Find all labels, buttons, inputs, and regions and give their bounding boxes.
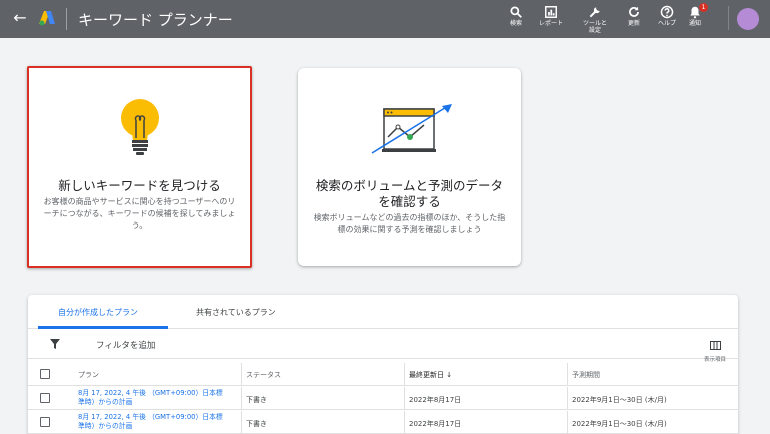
avatar[interactable] [737, 8, 759, 30]
google-ads-logo-icon [39, 11, 55, 26]
column-header-plan[interactable]: プラン [78, 370, 99, 380]
column-divider [567, 363, 568, 385]
discover-keywords-card[interactable]: 新しいキーワードを見つける お客様の商品やサービスに関心を持つユーザーへのリーチ… [27, 66, 252, 268]
notification-badge: 1 [699, 3, 708, 12]
plan-updated: 2022年8月17日 [409, 396, 462, 404]
refresh-icon [629, 6, 639, 17]
table-header: プラン ステータス 最終更新日 ↓ 予測期間 [28, 363, 738, 386]
table-row[interactable]: 8月 17, 2022, 4 午後 （GMT+09:00）日本標準時）からの計画… [28, 411, 738, 434]
notifications-button[interactable]: 1 通知 [684, 3, 708, 27]
filter-icon[interactable] [50, 339, 60, 349]
filter-row: フィルタを追加 表示項目 [28, 329, 738, 363]
plan-period: 2022年9月1日～30日 (木/月) [572, 420, 667, 428]
column-divider [567, 411, 568, 433]
tab-shared-plans[interactable]: 共有されているプラン [196, 307, 276, 318]
column-divider [404, 363, 405, 385]
plan-period: 2022年9月1日～30日 (木/月) [572, 396, 667, 404]
column-divider [241, 363, 242, 385]
discover-keywords-title: 新しいキーワードを見つける [58, 178, 221, 193]
column-header-updated[interactable]: 最終更新日 ↓ [409, 370, 452, 380]
refresh-button[interactable]: 更新 [624, 5, 644, 27]
row-checkbox[interactable] [40, 393, 50, 403]
forecast-description: 検索ボリュームなどの過去の指標のほか、そうした指標の効果に関する予測を確認しまし… [313, 213, 506, 234]
sort-down-arrow-icon: ↓ [446, 371, 453, 379]
row-checkbox[interactable] [40, 417, 50, 427]
help-button[interactable]: ヘルプ [654, 5, 680, 27]
search-icon [510, 6, 522, 18]
column-divider [404, 411, 405, 433]
column-divider [241, 387, 242, 409]
topbar-separator [728, 6, 729, 30]
forecast-card[interactable]: 検索のボリュームと予測のデータを確認する 検索ボリュームなどの過去の指標のほか、… [298, 68, 521, 266]
columns-icon [709, 341, 721, 350]
notifications-button-label: 通知 [688, 20, 701, 27]
report-icon [545, 6, 557, 18]
topbar-divider [66, 8, 67, 30]
columns-button-label: 表示項目 [703, 357, 726, 363]
plan-tabs: 自分が作成したプラン 共有されているプラン [28, 295, 738, 329]
tools-button[interactable]: ツールと 設定 [580, 5, 610, 34]
search-button-label: 検索 [509, 20, 522, 27]
search-button[interactable]: 検索 [506, 5, 526, 27]
plan-status: 下書き [246, 396, 267, 404]
tab-my-plans[interactable]: 自分が作成したプラン [58, 307, 138, 318]
report-button-label: レポート [538, 20, 563, 27]
report-button[interactable]: レポート [536, 5, 566, 27]
help-icon [660, 5, 674, 19]
discover-keywords-description: お客様の商品やサービスに関心を持つユーザーへのリーチにつながる、キーワードの候補… [43, 197, 236, 230]
top-bar: ← キーワード プランナー 検索 レポート ツールと 設定 更新 ヘルプ 1 通知 [0, 0, 770, 38]
plans-panel: 自分が作成したプラン 共有されているプラン フィルタを追加 表示項目 プラン ス… [28, 295, 738, 434]
table-row[interactable]: 8月 17, 2022, 4 午後 （GMT+09:00）日本標準時）からの計画… [28, 387, 738, 410]
plan-name-link[interactable]: 8月 17, 2022, 4 午後 （GMT+09:00）日本標準時）からの計画 [78, 413, 228, 431]
columns-button[interactable]: 表示項目 [700, 335, 730, 363]
plan-name-link[interactable]: 8月 17, 2022, 4 午後 （GMT+09:00）日本標準時）からの計画 [78, 389, 228, 407]
lightbulb-icon [121, 99, 159, 155]
page-title: キーワード プランナー [78, 11, 233, 29]
trend-chart-illustration-icon [371, 104, 452, 154]
select-all-checkbox[interactable] [40, 369, 50, 379]
plan-updated: 2022年8月17日 [409, 420, 462, 428]
wrench-icon [589, 7, 600, 18]
plan-status: 下書き [246, 420, 267, 428]
forecast-title: 検索のボリュームと予測のデータを確認する [315, 178, 504, 209]
column-header-period[interactable]: 予測期間 [572, 370, 600, 380]
back-arrow-icon[interactable]: ← [10, 8, 30, 28]
tools-button-label: ツールと 設定 [582, 20, 607, 34]
add-filter-button[interactable]: フィルタを追加 [96, 339, 155, 351]
help-button-label: ヘルプ [657, 20, 676, 27]
column-header-updated-label: 最終更新日 [409, 371, 444, 379]
column-divider [567, 387, 568, 409]
column-divider [404, 387, 405, 409]
refresh-button-label: 更新 [627, 20, 640, 27]
column-header-status[interactable]: ステータス [246, 370, 281, 380]
column-divider [241, 411, 242, 433]
